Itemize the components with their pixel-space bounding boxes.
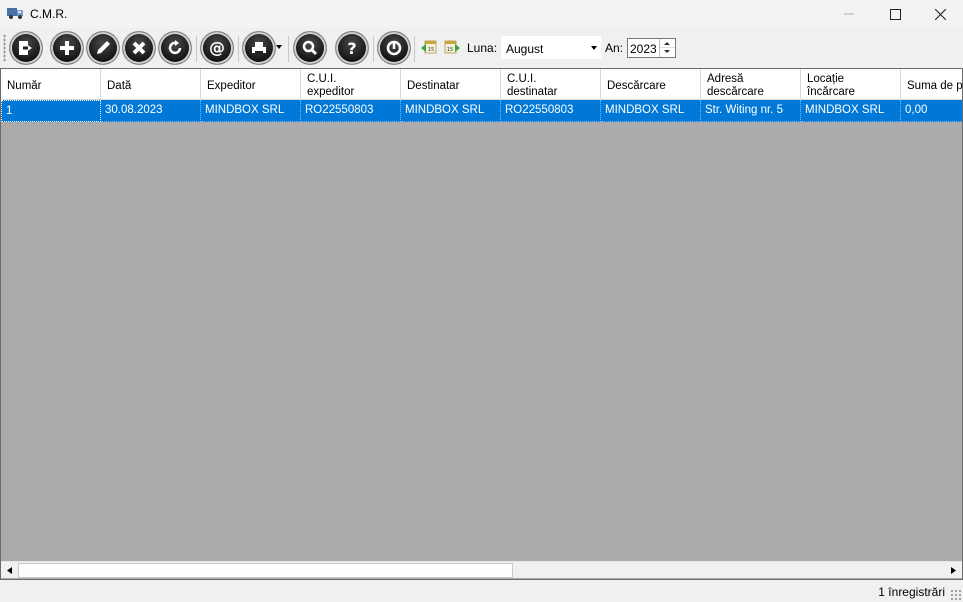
- luna-value: August: [506, 42, 544, 56]
- minimize-button[interactable]: [826, 0, 872, 28]
- printer-icon: [252, 42, 266, 54]
- table-cell[interactable]: RO22550803: [501, 100, 601, 122]
- spin-up-button[interactable]: [660, 39, 675, 48]
- toolbar-separator: [414, 36, 415, 62]
- toolbar-separator: [373, 36, 374, 62]
- close-button[interactable]: [917, 0, 963, 28]
- next-calendar-icon[interactable]: 15: [444, 40, 460, 54]
- help-button[interactable]: ?: [335, 31, 369, 65]
- arrow-up-icon: [664, 42, 670, 45]
- print-dropdown-arrow-icon[interactable]: [276, 45, 282, 49]
- svg-text:15: 15: [428, 47, 434, 53]
- cmr-window: C.M.R. @ ? 15 15 Luna: August An: 2023 N…: [0, 0, 963, 602]
- column-header[interactable]: C.U.I. expeditor: [301, 69, 401, 100]
- refresh-button[interactable]: [158, 31, 192, 65]
- magnifier-icon: [302, 40, 318, 56]
- question-icon: ?: [347, 39, 356, 58]
- column-header[interactable]: Locație încărcare: [801, 69, 901, 100]
- table-cell[interactable]: MINDBOX SRL: [801, 100, 901, 122]
- maximize-button[interactable]: [872, 0, 918, 28]
- an-spinner[interactable]: 2023: [627, 38, 676, 58]
- an-value: 2023: [630, 42, 657, 56]
- toolbar-separator: [196, 36, 197, 62]
- table-cell[interactable]: RO22550803: [301, 100, 401, 122]
- table-cell[interactable]: MINDBOX SRL: [601, 100, 701, 122]
- maximize-icon: [889, 8, 901, 20]
- power-icon: [386, 40, 402, 56]
- svg-text:15: 15: [447, 47, 453, 53]
- window-title: C.M.R.: [30, 7, 68, 21]
- power-button[interactable]: [377, 31, 411, 65]
- table-cell[interactable]: MINDBOX SRL: [401, 100, 501, 122]
- luna-select[interactable]: August: [501, 36, 601, 59]
- title-bar[interactable]: C.M.R.: [0, 0, 963, 28]
- table-cell[interactable]: 1: [1, 100, 101, 122]
- column-header[interactable]: Expeditor: [201, 69, 301, 100]
- column-header[interactable]: Număr: [1, 69, 101, 100]
- table-cell[interactable]: MINDBOX SRL: [201, 100, 301, 122]
- chevron-down-icon: [591, 46, 597, 50]
- x-icon: [132, 41, 146, 55]
- column-header[interactable]: Descărcare: [601, 69, 701, 100]
- resize-grip-icon[interactable]: [950, 589, 961, 600]
- table-cell[interactable]: 30.08.2023: [101, 100, 201, 122]
- scroll-right-button[interactable]: [945, 562, 962, 579]
- arrow-left-icon: [7, 567, 12, 574]
- luna-label: Luna:: [467, 41, 498, 55]
- toolbar: @ ? 15 15 Luna: August An: 2023: [0, 28, 963, 68]
- email-button[interactable]: @: [200, 31, 234, 65]
- svg-text:?: ?: [347, 39, 356, 58]
- truck-icon: [7, 8, 23, 19]
- column-header[interactable]: C.U.I. destinatar: [501, 69, 601, 100]
- horizontal-scrollbar[interactable]: [1, 561, 962, 578]
- scroll-left-button[interactable]: [1, 562, 18, 579]
- pencil-icon: [97, 41, 110, 54]
- add-button[interactable]: [50, 31, 84, 65]
- records-grid[interactable]: Număr Dată Expeditor C.U.I. expeditor Des…: [0, 68, 963, 580]
- print-button[interactable]: [242, 31, 276, 65]
- close-icon: [934, 8, 946, 20]
- record-count: 1 înregistrări: [878, 585, 945, 599]
- status-bar: 1 înregistrări: [0, 580, 963, 602]
- prev-calendar-icon[interactable]: 15: [421, 40, 437, 54]
- column-header[interactable]: Dată: [101, 69, 201, 100]
- at-icon: @: [209, 38, 225, 57]
- an-label: An:: [605, 41, 624, 55]
- exit-button[interactable]: [9, 31, 43, 65]
- edit-button[interactable]: [86, 31, 120, 65]
- minimize-icon: [844, 13, 854, 15]
- arrow-down-icon: [664, 50, 670, 53]
- exit-door-icon: [19, 41, 32, 55]
- column-header[interactable]: Suma de pl: [901, 69, 962, 100]
- table-row[interactable]: 1 30.08.2023 MINDBOX SRL RO22550803 MIND…: [1, 100, 962, 122]
- spin-down-button[interactable]: [660, 48, 675, 57]
- toolbar-grip[interactable]: [3, 34, 6, 62]
- table-cell[interactable]: Str. Witing nr. 5: [701, 100, 801, 122]
- search-button[interactable]: [293, 31, 327, 65]
- grid-header: Număr Dată Expeditor C.U.I. expeditor Des…: [1, 69, 962, 100]
- table-cell[interactable]: 0,00: [901, 100, 962, 122]
- column-header[interactable]: Adresă descărcare: [701, 69, 801, 100]
- refresh-icon: [168, 40, 182, 55]
- svg-text:@: @: [209, 38, 225, 57]
- arrow-right-icon: [951, 567, 956, 574]
- an-spinner-buttons: [659, 39, 675, 57]
- scrollbar-thumb[interactable]: [18, 563, 513, 578]
- delete-button[interactable]: [122, 31, 156, 65]
- toolbar-separator: [238, 36, 239, 62]
- column-header[interactable]: Destinatar: [401, 69, 501, 100]
- plus-icon: [60, 41, 74, 55]
- toolbar-separator: [288, 36, 289, 62]
